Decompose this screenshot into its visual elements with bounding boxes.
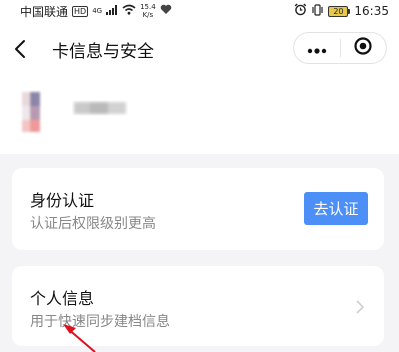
annotation-arrow-overlay <box>63 324 96 352</box>
annotation-arrow <box>63 324 96 352</box>
